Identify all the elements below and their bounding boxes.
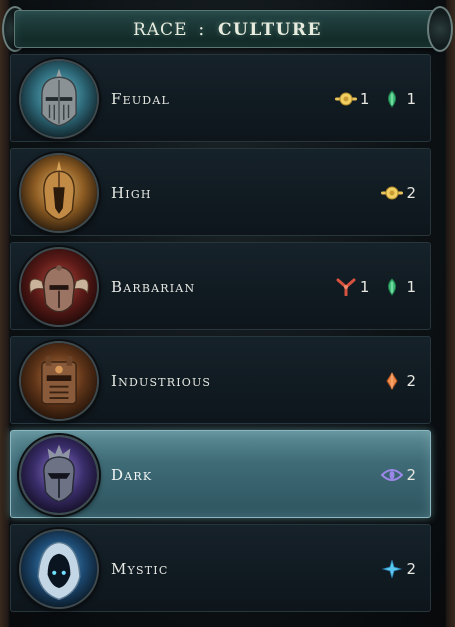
high-helmet-icon bbox=[19, 153, 99, 233]
cost-value: 1 bbox=[406, 278, 416, 296]
culture-name: Barbarian bbox=[111, 278, 196, 296]
culture-name: Dark bbox=[111, 466, 153, 484]
culture-name: High bbox=[111, 184, 152, 202]
cost-value: 2 bbox=[406, 184, 416, 202]
cost-item: 1 bbox=[335, 278, 370, 296]
culture-costs: 2 bbox=[381, 465, 416, 485]
culture-costs: 1 1 bbox=[334, 89, 416, 109]
gold-coin-icon bbox=[334, 90, 357, 108]
culture-name: Feudal bbox=[111, 90, 170, 108]
orange-crystal-icon bbox=[381, 372, 403, 390]
cost-value: 1 bbox=[359, 278, 370, 296]
cost-value: 1 bbox=[406, 90, 416, 108]
mystic-hood-icon bbox=[19, 529, 99, 609]
race-label: RACE bbox=[132, 20, 188, 40]
cost-value: 2 bbox=[406, 372, 416, 390]
cost-item: 2 bbox=[381, 560, 416, 578]
culture-row-barbarian[interactable]: Barbarian 1 1 bbox=[10, 242, 431, 330]
culture-row-high[interactable]: High 2 bbox=[10, 148, 431, 236]
industrious-helmet-icon bbox=[19, 341, 99, 421]
production-fork-icon bbox=[335, 278, 357, 296]
cost-item: 2 bbox=[381, 372, 416, 390]
cost-value: 1 bbox=[359, 90, 370, 108]
title-separator: : bbox=[198, 19, 206, 40]
culture-row-industrious[interactable]: Industrious 2 bbox=[10, 336, 431, 424]
purple-eye-icon bbox=[381, 466, 404, 484]
culture-name: Mystic bbox=[111, 560, 169, 578]
cost-item: 2 bbox=[381, 184, 416, 202]
culture-costs: 1 1 bbox=[335, 277, 416, 297]
culture-header: RACE : CULTURE bbox=[0, 0, 455, 52]
mana-leaf-icon bbox=[381, 90, 403, 108]
cost-value: 2 bbox=[406, 560, 416, 578]
cost-value: 2 bbox=[406, 466, 416, 484]
barbarian-helmet-icon bbox=[19, 247, 99, 327]
culture-row-feudal[interactable]: Feudal 1 1 bbox=[10, 54, 431, 142]
cost-item: 2 bbox=[381, 466, 416, 484]
culture-costs: 2 bbox=[381, 183, 416, 203]
cost-item: 1 bbox=[381, 90, 416, 108]
blue-star-icon bbox=[381, 560, 403, 578]
culture-row-mystic[interactable]: Mystic 2 bbox=[10, 524, 431, 612]
gold-coin-icon bbox=[381, 184, 404, 202]
dark-helmet-icon bbox=[19, 435, 99, 515]
culture-costs: 2 bbox=[381, 559, 416, 579]
cost-item: 1 bbox=[381, 278, 416, 296]
culture-row-dark[interactable]: Dark 2 bbox=[10, 430, 431, 518]
culture-name: Industrious bbox=[111, 372, 212, 390]
culture-label: CULTURE bbox=[218, 20, 323, 40]
feudal-helmet-icon bbox=[19, 59, 99, 139]
mana-leaf-icon bbox=[381, 278, 403, 296]
cost-item: 1 bbox=[334, 90, 370, 108]
header-title: RACE : CULTURE bbox=[0, 19, 455, 40]
culture-costs: 2 bbox=[381, 371, 416, 391]
